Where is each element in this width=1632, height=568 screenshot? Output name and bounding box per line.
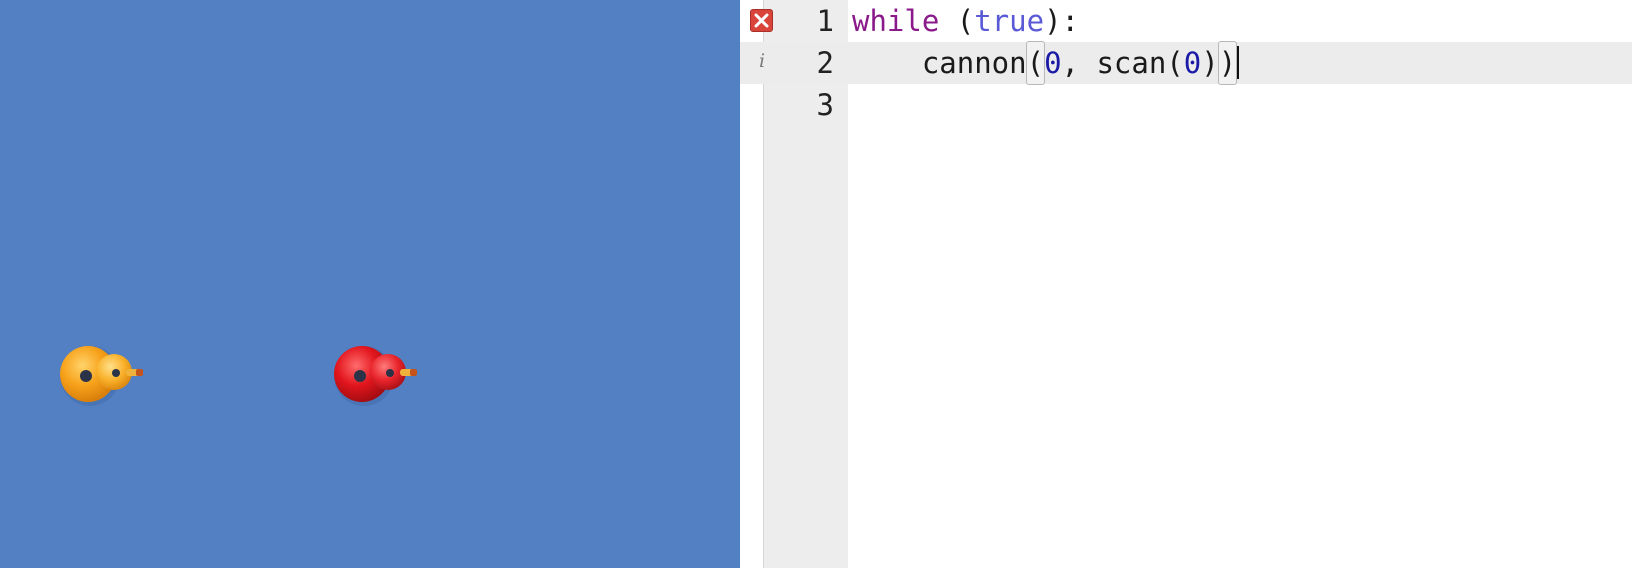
code-punct: ) [1201, 46, 1219, 80]
keyword-while: while [852, 4, 940, 38]
editor-line-2[interactable]: i 2 cannon(0, scan(0)) [740, 41, 1632, 85]
code-text: , scan( [1061, 46, 1184, 80]
matched-bracket-close: ) [1217, 41, 1238, 85]
robot-tank-icon [334, 346, 417, 406]
code-punct: ( [939, 4, 975, 38]
line-marker[interactable] [740, 0, 773, 42]
robot-tank-icon [60, 346, 143, 406]
code-line[interactable]: cannon(0, scan(0)) [852, 41, 1240, 85]
number-literal: 0 [1183, 46, 1202, 80]
line-number: 1 [816, 4, 834, 38]
line-number: 2 [816, 46, 834, 80]
red-robot [330, 344, 420, 406]
function-cannon: cannon [921, 46, 1027, 80]
editor-line-1[interactable]: 1 while (true): [740, 0, 1632, 42]
code-line[interactable]: while (true): [852, 0, 1079, 42]
robot-arena [0, 0, 740, 568]
editor-line-3[interactable]: 3 [740, 84, 1632, 126]
matched-bracket-open: ( [1025, 41, 1046, 85]
number-literal: 0 [1044, 46, 1062, 80]
text-cursor [1237, 46, 1240, 79]
code-editor[interactable]: 1 while (true): i 2 cannon(0, scan(0)) 3 [740, 0, 1632, 568]
line-marker[interactable]: i [740, 42, 765, 84]
line-number: 3 [816, 88, 834, 122]
orange-robot [56, 344, 146, 406]
code-punct: ): [1044, 4, 1079, 38]
keyword-true: true [974, 4, 1045, 38]
